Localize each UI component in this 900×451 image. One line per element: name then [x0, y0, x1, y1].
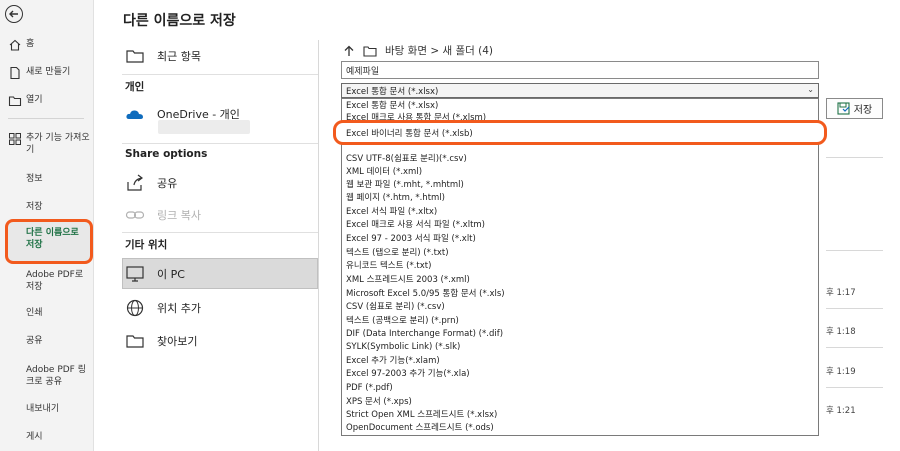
file-type-option[interactable]: Excel 97 - 2003 서식 파일 (*.xlt)	[346, 234, 476, 245]
file-type-option[interactable]: 유니코드 텍스트 (*.txt)	[346, 261, 431, 272]
file-type-option[interactable]: Strict Open XML 스프레드시트 (*.xlsx)	[346, 410, 497, 421]
back-arrow-icon	[9, 10, 18, 18]
file-type-option[interactable]: Excel 추가 기능(*.xlam)	[346, 356, 440, 367]
nav-export[interactable]: 내보내기	[0, 403, 94, 415]
file-list-divider	[826, 157, 883, 158]
file-type-option[interactable]: Microsoft Excel 5.0/95 통합 문서 (*.xls)	[346, 289, 505, 300]
location-copy-link[interactable]: 링크 복사	[125, 205, 201, 225]
onedrive-account-redacted	[158, 120, 250, 134]
location-recent[interactable]: 최근 항목	[125, 46, 201, 66]
file-type-dropdown-list: Excel 통합 문서 (*.xlsx) Excel 매크로 사용 통합 문서 …	[341, 98, 819, 436]
save-button[interactable]: 저장	[826, 98, 883, 119]
file-list-divider	[826, 308, 883, 309]
file-type-option-highlighted[interactable]: Excel 바이너리 통합 문서 (*.xlsb)	[333, 120, 827, 145]
browse-folder-icon	[126, 335, 144, 348]
file-type-option[interactable]: XPS 문서 (*.xps)	[346, 397, 412, 408]
location-share[interactable]: 공유	[125, 173, 177, 193]
other-locations-header: 기타 위치	[125, 239, 168, 251]
file-list-divider	[826, 347, 883, 348]
breadcrumb: 바탕 화면 > 새 폴더 (4)	[343, 43, 493, 58]
chevron-down-icon: ⌄	[807, 85, 814, 94]
file-type-option[interactable]: Excel 97-2003 추가 기능(*.xla)	[346, 369, 470, 380]
folder-icon	[363, 45, 377, 57]
nav-share-adobe-link[interactable]: Adobe PDF 링크로 공유	[0, 364, 90, 388]
nav-home[interactable]: 홈	[0, 38, 94, 52]
file-list-divider	[826, 250, 883, 251]
location-divider	[122, 232, 318, 233]
add-ins-icon	[9, 133, 21, 145]
nav-publish[interactable]: 게시	[0, 431, 94, 443]
file-name-input[interactable]	[341, 61, 819, 79]
computer-icon	[126, 266, 144, 282]
link-icon	[125, 211, 145, 219]
nav-print[interactable]: 인쇄	[0, 307, 94, 319]
nav-new[interactable]: 새로 만들기	[0, 66, 94, 80]
share-options-header: Share options	[125, 148, 208, 160]
new-document-icon	[10, 66, 20, 80]
file-modified-time: 후 1:21	[826, 406, 856, 416]
file-type-option[interactable]: Excel 통합 문서 (*.xlsx)	[346, 101, 438, 112]
backstage-nav: 홈 새로 만들기 열기 추가 기능 가져오기 정보 저장 다른 이름으로 저장 …	[0, 0, 94, 451]
file-type-option[interactable]: Excel 매크로 사용 서식 파일 (*.xltm)	[346, 220, 485, 231]
file-type-option[interactable]: 텍스트 (탭으로 분리) (*.txt)	[346, 248, 449, 259]
file-type-option[interactable]: CSV (쉼표로 분리) (*.csv)	[346, 302, 445, 313]
nav-divider	[8, 118, 84, 119]
home-icon	[9, 39, 21, 51]
open-folder-icon	[8, 96, 22, 107]
file-type-option[interactable]: SYLK(Symbolic Link) (*.slk)	[346, 342, 460, 353]
file-list-divider	[826, 387, 883, 388]
file-type-select[interactable]: Excel 통합 문서 (*.xlsx) ⌄	[341, 83, 819, 98]
nav-save[interactable]: 저장	[0, 201, 94, 213]
file-modified-time: 후 1:18	[826, 327, 856, 337]
file-type-option[interactable]: XML 데이터 (*.xml)	[346, 167, 422, 178]
file-modified-time: 후 1:17	[826, 288, 856, 298]
nav-info[interactable]: 정보	[0, 173, 94, 185]
nav-open[interactable]: 열기	[0, 94, 94, 108]
file-type-option[interactable]: OpenDocument 스프레드시트 (*.ods)	[346, 423, 494, 434]
save-disk-icon	[837, 102, 850, 115]
page-title: 다른 이름으로 저장	[123, 13, 236, 29]
file-modified-time: 후 1:19	[826, 367, 856, 377]
file-type-option[interactable]: 텍스트 (공백으로 분리) (*.prn)	[346, 316, 459, 327]
file-type-option[interactable]: CSV UTF-8(쉼표로 분리)(*.csv)	[346, 154, 467, 165]
file-type-option[interactable]: Excel 서식 파일 (*.xltx)	[346, 207, 437, 218]
location-divider	[122, 74, 318, 75]
file-type-option[interactable]: 웹 보관 파일 (*.mht, *.mhtml)	[346, 180, 464, 191]
location-add-place[interactable]: 위치 추가	[125, 298, 201, 318]
location-divider	[122, 143, 318, 144]
personal-header: 개인	[125, 81, 145, 93]
nav-save-as[interactable]: 다른 이름으로 저장	[5, 219, 93, 264]
file-type-option[interactable]: DIF (Data Interchange Format) (*.dif)	[346, 329, 503, 340]
onedrive-cloud-icon	[126, 110, 143, 119]
location-browse[interactable]: 찾아보기	[125, 331, 197, 351]
file-type-option[interactable]: XML 스프레드시트 2003 (*.xml)	[346, 275, 470, 286]
file-type-option[interactable]: PDF (*.pdf)	[346, 383, 393, 394]
location-this-pc[interactable]: 이 PC	[125, 264, 185, 284]
share-icon	[127, 174, 143, 191]
nav-save-adobe-pdf[interactable]: Adobe PDF로 저장	[0, 269, 90, 293]
column-divider	[318, 40, 319, 451]
globe-icon	[126, 299, 144, 317]
file-type-option[interactable]: 웹 페이지 (*.htm, *.html)	[346, 193, 445, 204]
nav-get-addins[interactable]: 추가 기능 가져오기	[0, 132, 90, 156]
back-button[interactable]	[5, 5, 23, 23]
nav-share[interactable]: 공유	[0, 335, 94, 347]
up-arrow-icon[interactable]	[343, 45, 355, 57]
folder-icon	[126, 50, 144, 63]
